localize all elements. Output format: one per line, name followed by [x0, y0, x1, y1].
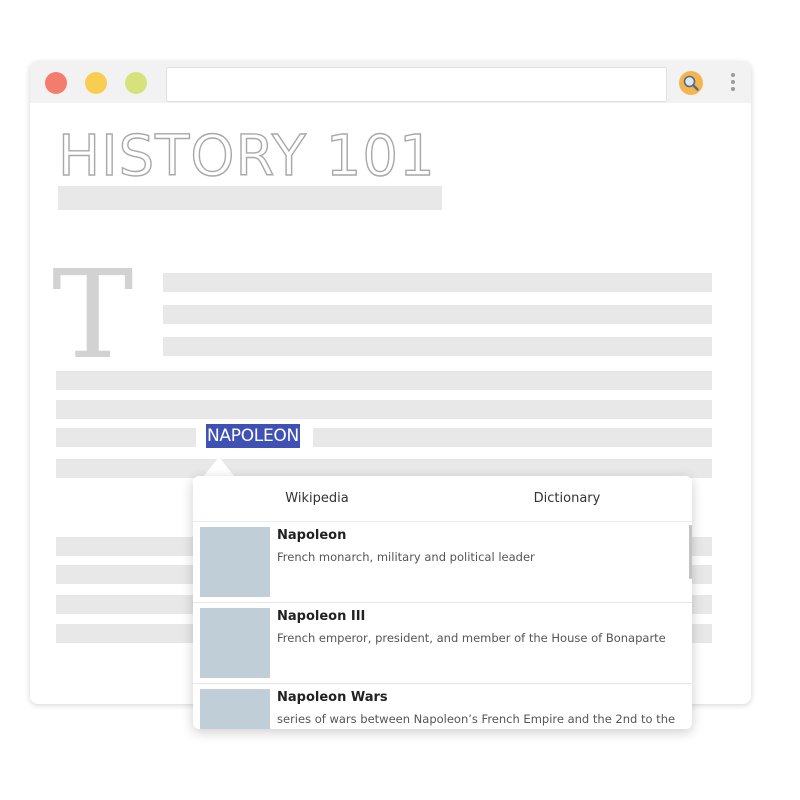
text-line-placeholder [56, 428, 196, 447]
minimize-window-button[interactable] [85, 72, 107, 94]
result-description: French emperor, president, and member of… [277, 631, 666, 645]
text-line-placeholder [163, 305, 712, 324]
text-line-placeholder [163, 337, 712, 356]
result-item[interactable]: Napoleon French monarch, military and po… [193, 522, 692, 603]
result-item[interactable]: Napoleon III French emperor, president, … [193, 603, 692, 684]
result-title: Napoleon Wars [277, 690, 388, 705]
results-scrollbar[interactable] [689, 525, 692, 579]
result-description: French monarch, military and political l… [277, 550, 535, 564]
result-title: Napoleon [277, 528, 347, 543]
page-title: HISTORY 101 [57, 123, 436, 189]
text-line-placeholder [56, 400, 712, 419]
kebab-menu-icon[interactable] [730, 73, 736, 93]
text-line-placeholder [163, 273, 712, 292]
drop-cap: T [52, 244, 134, 386]
address-bar[interactable] [166, 67, 667, 102]
search-button[interactable] [679, 71, 703, 95]
maximize-window-button[interactable] [125, 72, 147, 94]
result-thumbnail [200, 689, 270, 729]
browser-titlebar [30, 62, 751, 103]
tab-wikipedia[interactable]: Wikipedia [217, 476, 417, 521]
subtitle-placeholder [58, 186, 442, 210]
popup-tabs: Wikipedia Dictionary [193, 476, 692, 522]
text-line-placeholder [313, 428, 712, 447]
text-line-placeholder [56, 371, 712, 390]
lookup-popup: Wikipedia Dictionary Napoleon French mon… [193, 476, 692, 729]
result-item[interactable]: Napoleon Wars series of wars between Nap… [193, 684, 692, 729]
result-title: Napoleon III [277, 609, 366, 624]
results-list: Napoleon French monarch, military and po… [193, 522, 692, 729]
magnifier-icon [683, 75, 699, 91]
close-window-button[interactable] [45, 72, 67, 94]
result-thumbnail [200, 527, 270, 597]
result-description: series of wars between Napoleon’s French… [277, 712, 676, 726]
result-thumbnail [200, 608, 270, 678]
tab-dictionary[interactable]: Dictionary [467, 476, 667, 521]
popup-pointer [203, 457, 235, 477]
selected-word-highlight[interactable]: NAPOLEON [206, 424, 300, 448]
